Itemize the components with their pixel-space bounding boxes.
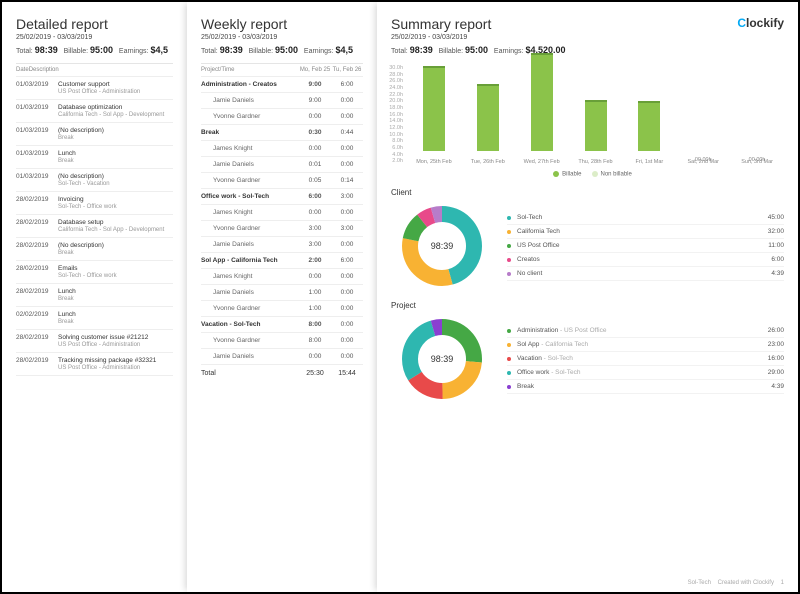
- legend-row: California Tech32:00: [507, 225, 784, 239]
- weekly-sub-row: Yvonne Gardner0:000:00: [201, 109, 363, 125]
- legend-row: US Post Office11:00: [507, 239, 784, 253]
- hours-bar-chart: 30.0h28.0h26.0h24.0h22.0h20.0h18.0h16.0h…: [407, 65, 784, 165]
- detailed-report-panel: Detailed report 25/02/2019 - 03/03/2019 …: [2, 2, 187, 592]
- table-row: 28/02/2019Tracking missing package #3232…: [16, 353, 173, 376]
- weekly-sub-row: Jamie Daniels9:000:00: [201, 93, 363, 109]
- bar: 00.00hSat, 2nd Mar: [676, 156, 730, 165]
- table-row: 01/03/2019(No description)Break: [16, 123, 173, 146]
- bar: 19.98hTue, 26th Feb: [461, 84, 515, 165]
- table-row: 02/02/2019LunchBreak: [16, 307, 173, 330]
- client-donut-chart: 98:39: [397, 201, 487, 291]
- legend-row: No client4:39: [507, 267, 784, 281]
- table-row: 28/02/2019EmailsSol-Tech - Office work: [16, 261, 173, 284]
- table-row: 01/03/2019LunchBreak: [16, 146, 173, 169]
- weekly-group-row: Break0:300:44: [201, 125, 363, 141]
- detailed-title: Detailed report: [16, 16, 173, 32]
- detailed-table-head: Date Description: [16, 64, 173, 77]
- detailed-table-body: 01/03/2019Customer supportUS Post Office…: [16, 77, 173, 376]
- legend-row: Office work - Sol-Tech29:00: [507, 366, 784, 380]
- project-donut-section: 98:39 Administration - US Post Office26:…: [377, 314, 798, 404]
- weekly-sub-row: James Knight0:000:00: [201, 141, 363, 157]
- weekly-sub-row: Yvonne Gardner0:050:14: [201, 173, 363, 189]
- weekly-report-panel: Weekly report 25/02/2019 - 03/03/2019 To…: [187, 2, 377, 592]
- table-row: 28/02/2019Database setupCalifornia Tech …: [16, 215, 173, 238]
- bar: 25.30hMon, 25th Feb: [407, 66, 461, 165]
- weekly-sub-row: James Knight0:000:00: [201, 205, 363, 221]
- weekly-sub-row: Yvonne Gardner3:003:00: [201, 221, 363, 237]
- weekly-group-row: Sol App - California Tech2:006:00: [201, 253, 363, 269]
- bar: 00.00hSun, 3rd Mar: [730, 156, 784, 165]
- weekly-title: Weekly report: [201, 16, 363, 32]
- weekly-table-body: Administration - Creatos9:006:00Jamie Da…: [201, 77, 363, 365]
- legend-row: Sol App - California Tech23:00: [507, 338, 784, 352]
- legend-row: Sol-Tech45:00: [507, 211, 784, 225]
- summary-title: Summary report: [391, 16, 784, 32]
- legend-row: Administration - US Post Office26:00: [507, 324, 784, 338]
- weekly-sub-row: Jamie Daniels0:000:00: [201, 349, 363, 365]
- table-row: 28/02/2019LunchBreak: [16, 284, 173, 307]
- detailed-totals: Total: 98:39 Billable: 95:00 Earnings: $…: [16, 45, 173, 55]
- legend-row: Vacation - Sol-Tech16:00: [507, 352, 784, 366]
- weekly-group-row: Administration - Creatos9:006:00: [201, 77, 363, 93]
- weekly-group-row: Vacation - Sol-Tech8:000:00: [201, 317, 363, 333]
- summary-range: 25/02/2019 - 03/03/2019: [391, 34, 784, 41]
- weekly-range: 25/02/2019 - 03/03/2019: [201, 34, 363, 41]
- table-row: 28/02/2019InvoicingSol-Tech - Office wor…: [16, 192, 173, 215]
- weekly-table-head: Project/Time Mo, Feb 25 Tu, Feb 26: [201, 64, 363, 77]
- client-section-title: Client: [391, 188, 784, 197]
- bar: 15.18hThu, 28th Feb: [569, 100, 623, 165]
- weekly-sub-row: Jamie Daniels0:010:00: [201, 157, 363, 173]
- report-container: Detailed report 25/02/2019 - 03/03/2019 …: [0, 0, 800, 594]
- legend-row: Creatos6:00: [507, 253, 784, 267]
- detailed-range: 25/02/2019 - 03/03/2019: [16, 34, 173, 41]
- weekly-sub-row: Jamie Daniels1:000:00: [201, 285, 363, 301]
- project-legend: Administration - US Post Office26:00Sol …: [507, 324, 784, 394]
- table-row: 28/02/2019Solving customer issue #21212U…: [16, 330, 173, 353]
- table-row: 01/03/2019Customer supportUS Post Office…: [16, 77, 173, 100]
- client-donut-section: 98:39 Sol-Tech45:00California Tech32:00U…: [377, 201, 798, 291]
- weekly-total-row: Total 25:30 15:44: [201, 365, 363, 382]
- weekly-group-row: Office work - Sol-Tech6:003:00: [201, 189, 363, 205]
- client-legend: Sol-Tech45:00California Tech32:00US Post…: [507, 211, 784, 281]
- clockify-logo: Clockify: [737, 16, 784, 30]
- page-footer: Sol-Tech Created with Clockify 1: [688, 580, 784, 586]
- weekly-sub-row: James Knight0:000:00: [201, 269, 363, 285]
- table-row: 01/03/2019Database optimizationCaliforni…: [16, 100, 173, 123]
- weekly-sub-row: Jamie Daniels3:000:00: [201, 237, 363, 253]
- bar: 29.35hWed, 27th Feb: [515, 53, 569, 165]
- table-row: 28/02/2019(No description)Break: [16, 238, 173, 261]
- project-donut-chart: 98:39: [397, 314, 487, 404]
- weekly-sub-row: Yvonne Gardner8:000:00: [201, 333, 363, 349]
- summary-report-panel: Clockify Summary report 25/02/2019 - 03/…: [377, 2, 798, 592]
- summary-totals: Total: 98:39 Billable: 95:00 Earnings: $…: [391, 45, 784, 55]
- legend-row: Break4:39: [507, 380, 784, 394]
- bar: 14.91hFri, 1st Mar: [622, 101, 676, 165]
- weekly-totals: Total: 98:39 Billable: 95:00 Earnings: $…: [201, 45, 363, 55]
- project-section-title: Project: [391, 301, 784, 310]
- table-row: 01/03/2019(No description)Sol-Tech - Vac…: [16, 169, 173, 192]
- weekly-sub-row: Yvonne Gardner1:000:00: [201, 301, 363, 317]
- bar-chart-legend: BillableNon billable: [377, 171, 798, 178]
